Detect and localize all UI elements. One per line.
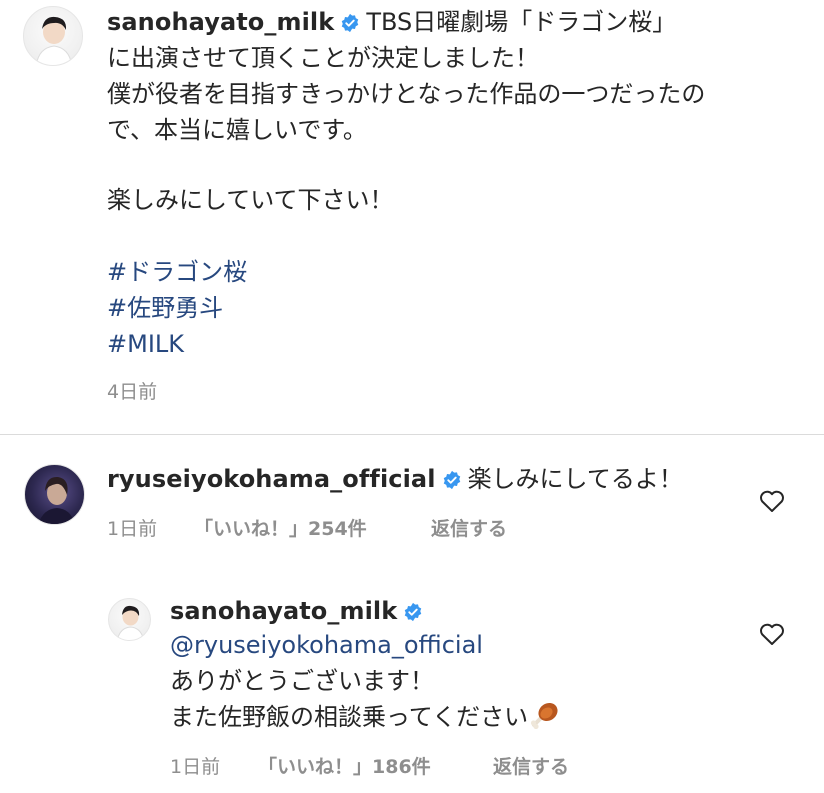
- caption-header: sanohayato_milk TBS日曜劇場「ドラゴン桜」: [107, 4, 676, 40]
- comment-timestamp: 1日前: [107, 518, 158, 540]
- reply-mention[interactable]: @ryuseiyokohama_official: [170, 627, 483, 663]
- caption-line-3: 僕が役者を目指すきっかけとなった作品の一つだったの: [107, 80, 706, 108]
- meat-on-bone-icon: [530, 701, 560, 739]
- reply-header: sanohayato_milk: [170, 597, 429, 626]
- reply-line-2: また佐野飯の相談乗ってください: [170, 699, 560, 739]
- comment-username[interactable]: ryuseiyokohama_official: [107, 465, 436, 493]
- comment-header: ryuseiyokohama_official 楽しみにしてるよ！: [107, 461, 683, 497]
- caption-divider: [0, 434, 824, 435]
- caption-author-avatar[interactable]: [23, 6, 83, 66]
- reply-username[interactable]: sanohayato_milk: [170, 597, 397, 625]
- reply-like-heart-icon[interactable]: [759, 622, 785, 646]
- caption-line-2: に出演させて頂くことが決定しました！: [107, 44, 539, 72]
- reply-reply-button[interactable]: 返信する: [493, 752, 569, 779]
- reply-line-2-text: また佐野飯の相談乗ってください: [170, 703, 529, 731]
- comment-likes-count[interactable]: 「いいね！」254件: [194, 514, 367, 541]
- comment-author-avatar[interactable]: [24, 464, 85, 525]
- reply-line-1: ありがとうございます！: [170, 667, 434, 695]
- reply-timestamp: 1日前: [170, 756, 221, 778]
- reply-author-avatar[interactable]: [108, 598, 151, 641]
- caption-line-4: で、本当に嬉しいです。: [107, 116, 367, 144]
- caption-timestamp: 4日前: [107, 381, 158, 403]
- verified-badge-icon: [340, 13, 360, 37]
- verified-badge-icon: [442, 470, 462, 494]
- hashtag-milk[interactable]: #MILK: [107, 326, 184, 362]
- avatar-photo: [38, 476, 75, 524]
- verified-badge-icon: [403, 602, 423, 626]
- hashtag-sano-hayato[interactable]: #佐野勇斗: [107, 290, 223, 326]
- caption-line-5: 楽しみにしていて下さい！: [107, 186, 394, 214]
- comment-text: 楽しみにしてるよ！: [467, 465, 683, 493]
- comment-reply-button[interactable]: 返信する: [431, 514, 507, 541]
- hashtag-dragon-zakura[interactable]: #ドラゴン桜: [107, 254, 247, 290]
- comment-like-heart-icon[interactable]: [759, 489, 785, 513]
- avatar-photo: [116, 605, 145, 640]
- avatar-photo: [35, 16, 73, 65]
- caption-username[interactable]: sanohayato_milk: [107, 8, 334, 36]
- caption-line-1: TBS日曜劇場「ドラゴン桜」: [366, 8, 677, 36]
- reply-likes-count[interactable]: 「いいね！」186件: [258, 752, 431, 779]
